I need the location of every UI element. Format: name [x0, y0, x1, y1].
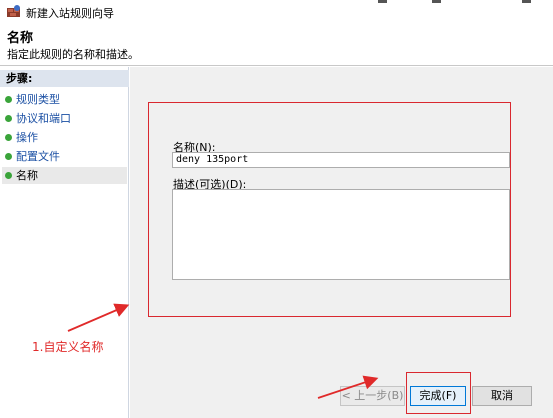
page-subtitle: 指定此规则的名称和描述。: [7, 48, 139, 61]
annotation-label: 1.自定义名称: [32, 340, 104, 354]
maximize-button[interactable]: [432, 0, 442, 6]
back-button[interactable]: < 上一步(B): [340, 386, 405, 406]
step-rule-type[interactable]: 规则类型: [2, 91, 127, 108]
firewall-wizard-icon: [7, 5, 20, 17]
step-dot-icon: [5, 115, 12, 122]
step-name[interactable]: 名称: [2, 167, 127, 184]
step-dot-icon: [5, 172, 12, 179]
page-title: 名称: [7, 31, 34, 46]
close-button[interactable]: [522, 0, 532, 6]
cancel-button[interactable]: 取消: [472, 386, 532, 406]
step-label: 配置文件: [16, 150, 60, 163]
step-dot-icon: [5, 153, 12, 160]
step-dot-icon: [5, 96, 12, 103]
steps-heading: 步骤:: [0, 70, 129, 87]
step-dot-icon: [5, 134, 12, 141]
step-profile[interactable]: 配置文件: [2, 148, 127, 165]
wizard-header: 名称 指定此规则的名称和描述。: [0, 23, 553, 66]
minimize-button[interactable]: [378, 0, 388, 6]
step-label: 操作: [16, 131, 38, 144]
step-label: 名称: [16, 169, 38, 182]
step-label: 规则类型: [16, 93, 60, 106]
step-action[interactable]: 操作: [2, 129, 127, 146]
highlight-box-form: [148, 102, 511, 317]
window-title: 新建入站规则向导: [26, 7, 114, 20]
title-bar: 新建入站规则向导: [0, 0, 553, 23]
step-label: 协议和端口: [16, 112, 71, 125]
finish-button[interactable]: 完成(F): [410, 386, 466, 406]
step-protocol-ports[interactable]: 协议和端口: [2, 110, 127, 127]
steps-pane: 步骤: 规则类型 协议和端口 操作 配置文件 名称: [0, 67, 129, 418]
